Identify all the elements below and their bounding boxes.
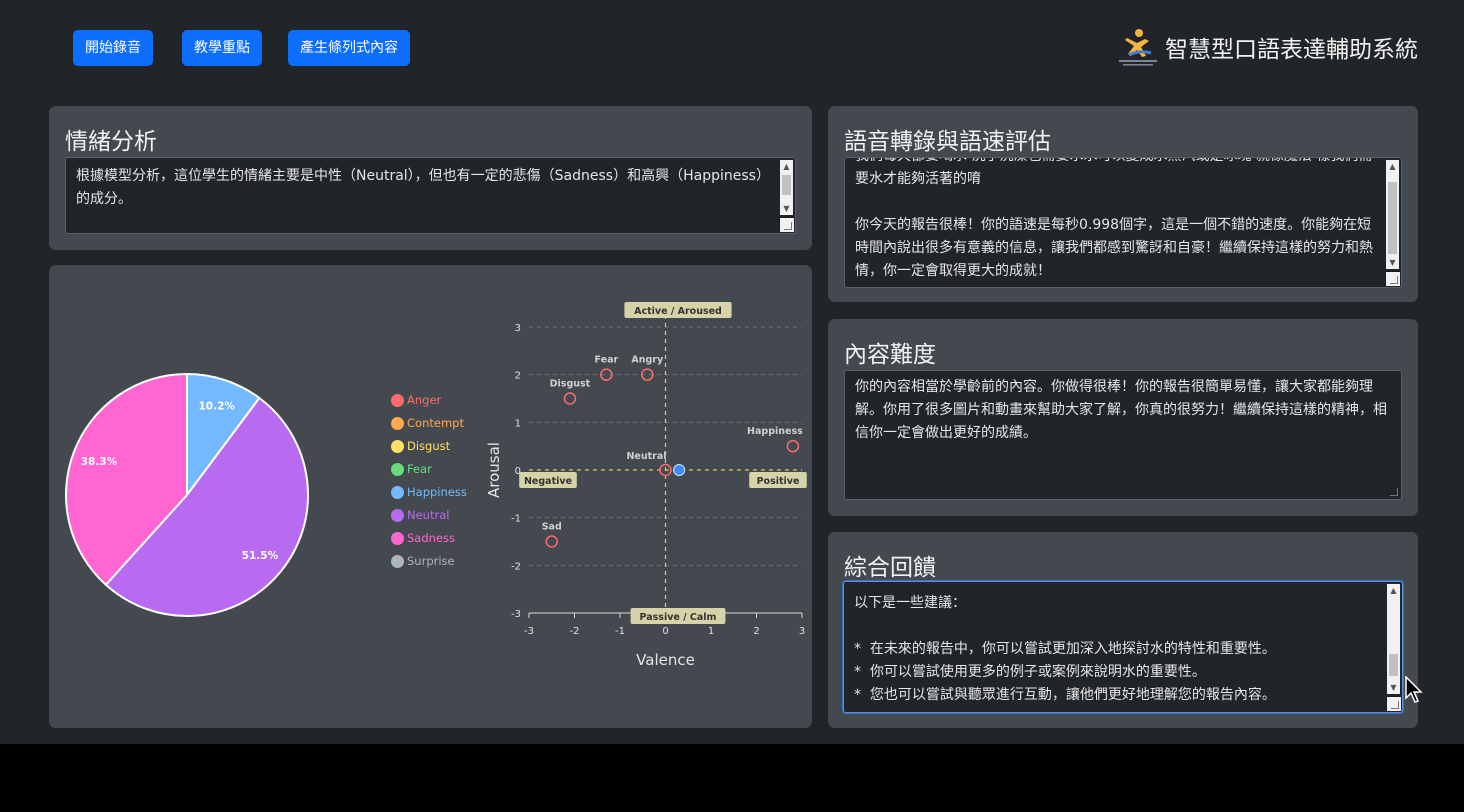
emotion-point-label: Angry [631, 355, 664, 366]
content-difficulty-textarea[interactable]: 你的內容相當於學齡前的內容。你做得很棒！你的報告很簡單易懂，讓大家都能夠理解。你… [844, 370, 1402, 500]
legend-dot [391, 462, 404, 476]
legend-dot [391, 531, 404, 545]
x-tick-label: -2 [570, 626, 580, 637]
legend-item-fear[interactable]: Fear [391, 460, 432, 478]
x-tick-label: -3 [524, 626, 534, 637]
scroll-thumb[interactable] [1389, 654, 1398, 676]
legend-dot [391, 393, 404, 407]
annotation-negative: Negative [524, 476, 572, 487]
teaching-points-button[interactable]: 教學重點 [182, 30, 262, 66]
scroll-down-arrow-icon[interactable]: ▼ [780, 202, 793, 215]
scroll-down-arrow-icon[interactable]: ▼ [1386, 256, 1399, 269]
mouse-cursor-icon [1405, 676, 1423, 703]
legend-dot [391, 485, 404, 499]
scrollbar[interactable]: ▲ ▼ [780, 160, 793, 215]
scroll-down-arrow-icon[interactable]: ▼ [1387, 681, 1400, 694]
y-tick-label: 3 [515, 323, 521, 334]
legend-item-anger[interactable]: Anger [391, 391, 441, 409]
scroll-up-arrow-icon[interactable]: ▲ [1386, 160, 1399, 173]
resize-handle-icon[interactable] [1385, 271, 1400, 286]
y-tick-label: -3 [511, 609, 521, 620]
content-difficulty-card: 內容難度 你的內容相當於學齡前的內容。你做得很棒！你的報告很簡單易懂，讓大家都能… [828, 319, 1418, 516]
y-axis-label: Arousal [485, 442, 503, 498]
generate-list-button[interactable]: 產生條列式內容 [288, 30, 410, 66]
x-tick-label: 2 [753, 626, 759, 637]
resize-handle-icon[interactable] [1385, 483, 1400, 498]
x-tick-label: 1 [708, 626, 714, 637]
y-tick-label: 2 [515, 371, 521, 382]
scroll-thumb[interactable] [782, 175, 791, 195]
app-title: 智慧型口語表達輔助系統 [1165, 37, 1418, 63]
resize-handle-icon[interactable] [779, 217, 794, 232]
emotion-point-label: Fear [595, 355, 619, 366]
current-emotion-point [673, 464, 686, 476]
emotion-point-label: Disgust [550, 379, 591, 390]
scrollbar[interactable]: ▲ ▼ [1387, 584, 1400, 694]
x-tick-label: 3 [799, 626, 805, 637]
transcription-card: 語音轉錄與語速評估 我們每天都要喝水 洗手洗澡也需要水水可以變成水蒸汽或是冰塊 … [828, 106, 1418, 302]
emotion-point-happiness [786, 439, 800, 453]
valence-arousal-scatter-chart: -3-2-10123-3 -2 -1 0 1 2 3ValenceArousalActive… [485, 302, 807, 669]
content-difficulty-text: 你的內容相當於學齡前的內容。你做得很棒！你的報告很簡單易懂，讓大家都能夠理解。你… [855, 379, 1387, 441]
legend-dot [391, 554, 404, 568]
emotion-analysis-textarea[interactable]: 根據模型分析，這位學生的情緒主要是中性（Neutral），但也有一定的悲傷（Sa… [65, 157, 796, 234]
emotion-analysis-title: 情緒分析 [65, 129, 157, 155]
x-tick-label: -1 [615, 626, 625, 637]
scroll-thumb[interactable] [1388, 182, 1397, 254]
emotion-pie-chart: 10.2% 51.5% 38.3% [65, 372, 309, 617]
person-figure-logo-icon [1119, 29, 1157, 66]
content-difficulty-title: 內容難度 [844, 342, 936, 368]
transcription-title: 語音轉錄與語速評估 [844, 129, 1051, 155]
legend-label: Fear [407, 462, 432, 476]
start-recording-button[interactable]: 開始錄音 [73, 30, 153, 66]
app-window: 開始錄音 教學重點 產生條列式內容 智慧型口語表達輔助系統 情緒分析 根據模型分… [0, 0, 1464, 744]
y-tick-label: -2 [511, 561, 521, 572]
emotion-point-disgust [563, 392, 577, 405]
legend-dot [391, 439, 404, 453]
y-tick-label: 1 [515, 418, 521, 429]
x-axis-label: Valence [636, 651, 695, 669]
emotion-analysis-card: 情緒分析 根據模型分析，這位學生的情緒主要是中性（Neutral），但也有一定的… [49, 106, 812, 250]
bottom-letterbox [0, 744, 1464, 812]
scrollbar[interactable]: ▲ ▼ [1386, 160, 1399, 269]
brand: 智慧型口語表達輔助系統 [1115, 26, 1418, 68]
emotion-point-label: Happiness [747, 426, 803, 437]
feedback-textarea[interactable]: 以下是一些建議： * 在未來的報告中，你可以嘗試更加深入地探討水的特性和重要性。… [843, 581, 1403, 713]
transcription-text: 我們每天都要喝水 洗手洗澡也需要水水可以變成水蒸汽或是冰塊 就像魔法 樣我們需要… [855, 158, 1373, 279]
emotion-point-label: Neutral [626, 451, 666, 462]
emotion-analysis-text: 根據模型分析，這位學生的情緒主要是中性（Neutral），但也有一定的悲傷（Sa… [76, 168, 770, 207]
x-tick-label: 0 [662, 626, 668, 637]
emotion-point-sad [545, 535, 558, 548]
feedback-title: 綜合回饋 [844, 555, 936, 581]
emotion-charts-card: 10.2% 51.5% 38.3% Anger Contempt Disgust Fear… [49, 265, 812, 728]
annotation-passive-calm: Passive / Calm [640, 612, 717, 623]
emotion-point-label: Sad [542, 522, 562, 533]
y-tick-label: -1 [511, 514, 521, 525]
pie-slice-label: 10.2% [199, 400, 236, 412]
feedback-text: 以下是一些建議： * 在未來的報告中，你可以嘗試更加深入地探討水的特性和重要性。… [854, 595, 1276, 703]
scroll-up-arrow-icon[interactable]: ▲ [780, 160, 793, 173]
top-bar: 開始錄音 教學重點 產生條列式內容 智慧型口語表達輔助系統 [0, 0, 1464, 100]
pie-slice-label: 38.3% [81, 456, 118, 468]
annotation-active-aroused: Active / Aroused [634, 306, 722, 317]
legend-dot [391, 416, 404, 430]
resize-handle-icon[interactable] [1386, 696, 1401, 711]
legend-dot [391, 508, 404, 522]
feedback-card: 綜合回饋 以下是一些建議： * 在未來的報告中，你可以嘗試更加深入地探討水的特性… [828, 532, 1418, 728]
pie-slice-label: 51.5% [242, 550, 279, 562]
annotation-positive: Positive [757, 476, 800, 487]
scroll-up-arrow-icon[interactable]: ▲ [1387, 584, 1400, 597]
transcription-textarea[interactable]: 我們每天都要喝水 洗手洗澡也需要水水可以變成水蒸汽或是冰塊 就像魔法 樣我們需要… [844, 157, 1402, 288]
